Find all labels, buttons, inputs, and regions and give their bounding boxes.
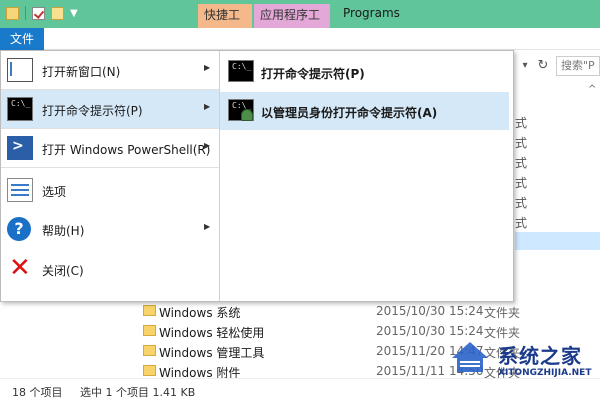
submenu-item-label: 打开命令提示符(P) (261, 67, 365, 81)
file-name: Windows 系统 (159, 306, 241, 320)
ribbon-tab-strip: 文件 (0, 28, 600, 50)
admin-command-prompt-icon: C:\_ (228, 99, 254, 121)
type-fragment: 式 (515, 196, 528, 210)
menu-item-command-prompt[interactable]: C:\_ 打开命令提示符(P) ▶ (1, 90, 219, 128)
menu-item-label: 打开命令提示符(P) (42, 104, 143, 118)
folder-icon (143, 345, 156, 356)
quick-access-toolbar: ▼ (6, 6, 78, 20)
file-date: 2015/10/30 15:24 (376, 304, 484, 318)
chevron-right-icon: ▶ (204, 102, 211, 111)
menu-item-label: 帮助(H) (42, 224, 85, 238)
close-icon: ✕ (9, 253, 31, 283)
submenu-item-open-command-prompt[interactable]: C:\_ 打开命令提示符(P) (220, 53, 509, 91)
chevron-down-icon[interactable]: ▼ (70, 8, 78, 19)
file-name: Windows 管理工具 (159, 346, 265, 360)
chevron-right-icon: ▶ (204, 141, 211, 150)
file-menu-commands: 打开新窗口(N) ▶ C:\_ 打开命令提示符(P) ▶ > 打开 Window… (1, 51, 219, 301)
new-window-icon (7, 58, 33, 82)
file-menu: 打开新窗口(N) ▶ C:\_ 打开命令提示符(P) ▶ > 打开 Window… (0, 50, 514, 302)
file-tab[interactable]: 文件 (0, 28, 44, 50)
powershell-icon: > (7, 136, 33, 160)
menu-item-close[interactable]: ✕ 关闭(C) (1, 250, 219, 288)
type-fragment: 式 (515, 136, 528, 150)
type-fragment: 式 (515, 116, 528, 130)
folder-icon (143, 325, 156, 336)
menu-item-new-window[interactable]: 打开新窗口(N) ▶ (1, 51, 219, 89)
search-placeholder: 搜索"P (561, 59, 595, 72)
menu-separator (1, 167, 219, 168)
chevron-right-icon: ▶ (204, 63, 211, 72)
chevron-down-icon[interactable]: ▾ (518, 59, 532, 73)
chevron-right-icon: ▶ (204, 222, 211, 231)
command-prompt-icon: C:\_ (7, 97, 33, 121)
toolbar-separator (25, 6, 26, 20)
window-title: Programs (343, 6, 400, 20)
menu-item-label: 选项 (42, 185, 67, 199)
submenu-command-prompt: C:\_ 打开命令提示符(P) C:\_ 以管理员身份打开命令提示符(A) (220, 51, 514, 301)
options-icon (7, 178, 33, 202)
menu-item-powershell[interactable]: > 打开 Windows PowerShell(R) ▶ (1, 129, 219, 167)
watermark-subtext: XITONGZHIJIA.NET (498, 368, 592, 378)
type-fragment: 式 (515, 216, 528, 230)
context-tab-quick-tools[interactable]: 快捷工具 (198, 4, 252, 44)
search-input[interactable]: 搜索"P (556, 56, 600, 76)
context-tab-application-tools[interactable]: 应用程序工具 (254, 4, 330, 44)
folder-icon (143, 305, 156, 316)
selected-row-highlight (515, 232, 600, 250)
type-fragment: 式 (515, 156, 528, 170)
address-controls: ▾ ↻ 搜索"P (514, 54, 600, 78)
submenu-item-open-admin-command-prompt[interactable]: C:\_ 以管理员身份打开命令提示符(A) (220, 92, 509, 130)
menu-item-label: 打开新窗口(N) (42, 65, 121, 79)
title-bar: ▼ 快捷工具 应用程序工具 Programs (0, 0, 600, 44)
command-prompt-icon: C:\_ (228, 60, 254, 82)
refresh-icon[interactable]: ↻ (534, 57, 552, 75)
folder-icon (143, 365, 156, 376)
watermark-text: 系统之家 (498, 344, 582, 368)
menu-item-options[interactable]: 选项 (1, 171, 219, 209)
watermark: 系统之家 XITONGZHIJIA.NET (450, 336, 600, 381)
help-icon: ? (7, 217, 31, 241)
new-folder-icon[interactable] (51, 6, 64, 20)
item-count: 18 个项目 (12, 386, 63, 399)
status-bar: 18 个项目 选中 1 个项目 1.41 KB (0, 378, 600, 401)
selection-info: 选中 1 个项目 1.41 KB (80, 386, 196, 399)
file-name: Windows 轻松使用 (159, 326, 265, 340)
submenu-item-label: 以管理员身份打开命令提示符(A) (261, 106, 438, 120)
menu-item-help[interactable]: ? 帮助(H) ▶ (1, 210, 219, 248)
folder-icon[interactable] (6, 6, 19, 20)
chevron-up-icon[interactable]: ^ (588, 84, 596, 95)
menu-item-label: 关闭(C) (42, 264, 84, 278)
file-type: 文件夹 (484, 306, 521, 320)
type-fragment: 式 (515, 176, 528, 190)
house-logo-icon (452, 342, 488, 372)
properties-icon[interactable] (32, 6, 45, 20)
table-row[interactable]: Windows 系统 2015/10/30 15:24 文件夹 (140, 302, 600, 322)
menu-item-label: 打开 Windows PowerShell(R) (42, 143, 211, 157)
